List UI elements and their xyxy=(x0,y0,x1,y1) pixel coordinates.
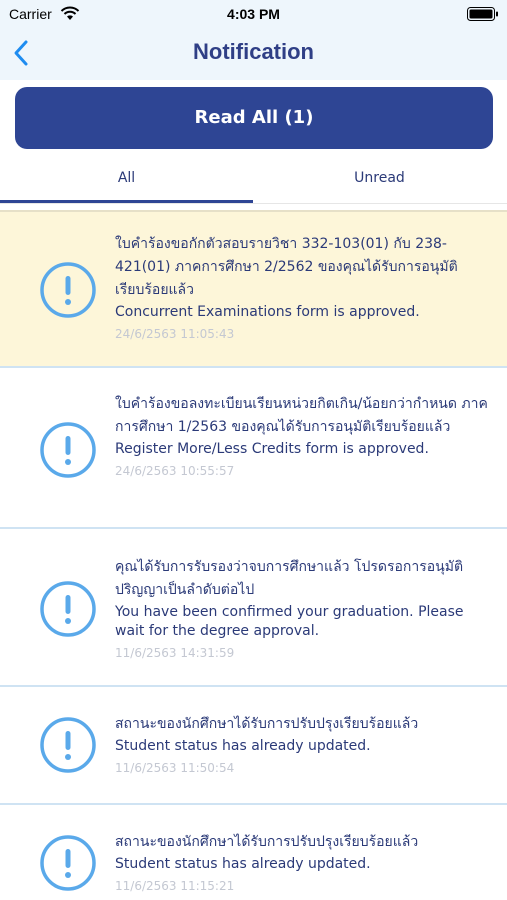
notification-date: 11/6/2563 11:15:21 xyxy=(115,879,235,893)
notification-english-text: You have been confirmed your graduation.… xyxy=(115,604,464,639)
read-all-button[interactable]: Read All (1) xyxy=(15,87,493,149)
notification-english-text: Student status has already updated. xyxy=(115,856,371,872)
notification-list[interactable]: ใบคำร้องขอกักตัวสอบรายวิชา 332-103(01) ก… xyxy=(0,210,507,900)
notification-content: คุณได้รับการรับรองว่าจบการศึกษาแล้ว โปรด… xyxy=(115,556,495,663)
notification-thai-text: ใบคำร้องขอลงทะเบียนเรียนหน่วยกิตเกิน/น้อ… xyxy=(115,396,488,435)
tab-selected-indicator xyxy=(0,200,253,203)
status-bar: Carrier 4:03 PM xyxy=(0,0,507,28)
notification-english-text: Register More/Less Credits form is appro… xyxy=(115,441,429,457)
notification-thai-text: ใบคำร้องขอกักตัวสอบรายวิชา 332-103(01) ก… xyxy=(115,236,458,298)
alert-circle-icon xyxy=(40,422,96,478)
alert-circle-icon xyxy=(40,835,96,891)
alert-circle-icon xyxy=(40,717,96,773)
notification-item[interactable]: ใบคำร้องขอกักตัวสอบรายวิชา 332-103(01) ก… xyxy=(0,210,507,366)
alert-circle-icon xyxy=(40,262,96,318)
notification-date: 11/6/2563 14:31:59 xyxy=(115,646,235,660)
tab-all[interactable]: All xyxy=(0,160,253,203)
notification-english-text: Student status has already updated. xyxy=(115,738,371,754)
navigation-bar: Notification xyxy=(0,28,507,80)
page-title: Notification xyxy=(193,39,314,64)
notification-item[interactable]: ใบคำร้องขอลงทะเบียนเรียนหน่วยกิตเกิน/น้อ… xyxy=(0,366,507,527)
notification-thai-text: สถานะของนักศึกษาได้รับการปรับปรุงเรียบร้… xyxy=(115,834,419,850)
notification-date: 24/6/2563 11:05:43 xyxy=(115,327,235,341)
notification-date: 24/6/2563 10:55:57 xyxy=(115,464,235,478)
notification-item[interactable]: สถานะของนักศึกษาได้รับการปรับปรุงเรียบร้… xyxy=(0,803,507,900)
alert-circle-icon xyxy=(40,581,96,637)
notification-date: 11/6/2563 11:50:54 xyxy=(115,761,235,775)
notification-english-text: Concurrent Examinations form is approved… xyxy=(115,304,420,320)
notification-content: สถานะของนักศึกษาได้รับการปรับปรุงเรียบร้… xyxy=(115,713,495,778)
tab-bar: All Unread xyxy=(0,160,507,204)
notification-item[interactable]: สถานะของนักศึกษาได้รับการปรับปรุงเรียบร้… xyxy=(0,685,507,803)
battery-icon xyxy=(467,7,498,21)
notification-content: ใบคำร้องขอลงทะเบียนเรียนหน่วยกิตเกิน/น้อ… xyxy=(115,393,495,481)
tab-unread[interactable]: Unread xyxy=(253,160,506,203)
status-time: 4:03 PM xyxy=(227,6,280,22)
notification-item[interactable]: คุณได้รับการรับรองว่าจบการศึกษาแล้ว โปรด… xyxy=(0,527,507,685)
notification-thai-text: สถานะของนักศึกษาได้รับการปรับปรุงเรียบร้… xyxy=(115,716,419,732)
notification-content: ใบคำร้องขอกักตัวสอบรายวิชา 332-103(01) ก… xyxy=(115,233,495,344)
notification-thai-text: คุณได้รับการรับรองว่าจบการศึกษาแล้ว โปรด… xyxy=(115,559,464,598)
notification-content: สถานะของนักศึกษาได้รับการปรับปรุงเรียบร้… xyxy=(115,831,495,896)
